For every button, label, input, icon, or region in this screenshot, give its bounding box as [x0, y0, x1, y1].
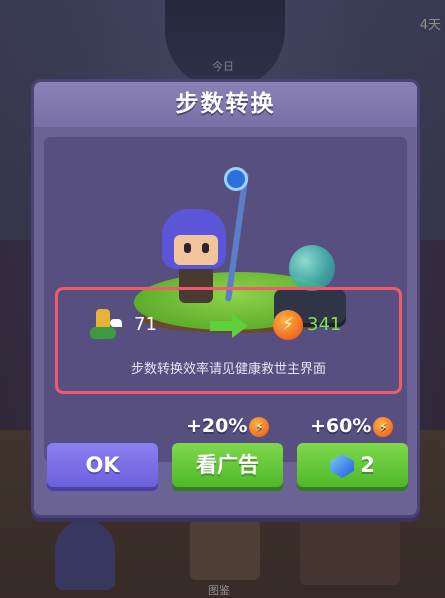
energy-bolt-icon: ⚡: [273, 310, 303, 340]
conversion-box: 71 ⚡ 341 步数转换效率请见健康救世主界面: [55, 287, 402, 394]
conversion-row: 71 ⚡ 341: [58, 306, 399, 346]
arrow-right-icon: [210, 314, 250, 338]
staff-gem-icon: [224, 167, 248, 191]
blue-gem-icon: [330, 454, 355, 478]
winged-boot-icon: [88, 309, 122, 341]
energy-bolt-icon: ⚡: [373, 416, 394, 437]
gem-convert-button[interactable]: 2: [297, 443, 408, 487]
hero-eye: [202, 243, 209, 253]
hero-face: [174, 235, 218, 265]
gem-bonus-label: +60% ⚡: [310, 415, 394, 437]
gem-bonus-text: +60%: [310, 415, 372, 437]
hero-eye: [184, 243, 191, 253]
watch-ad-button[interactable]: 看广告: [172, 443, 283, 487]
ok-button[interactable]: OK: [47, 443, 158, 487]
ad-bonus-label: +20% ⚡: [186, 415, 270, 437]
dialog-title: 步数转换: [34, 82, 417, 127]
glass-orb-icon: [289, 245, 335, 291]
gem-cost: 2: [360, 453, 375, 477]
energy-value: 341: [307, 314, 342, 335]
steps-value: 71: [134, 314, 157, 335]
energy-bolt-icon: ⚡: [249, 416, 270, 437]
conversion-note: 步数转换效率请见健康救世主界面: [130, 362, 326, 377]
ad-bonus-text: +20%: [186, 415, 248, 437]
